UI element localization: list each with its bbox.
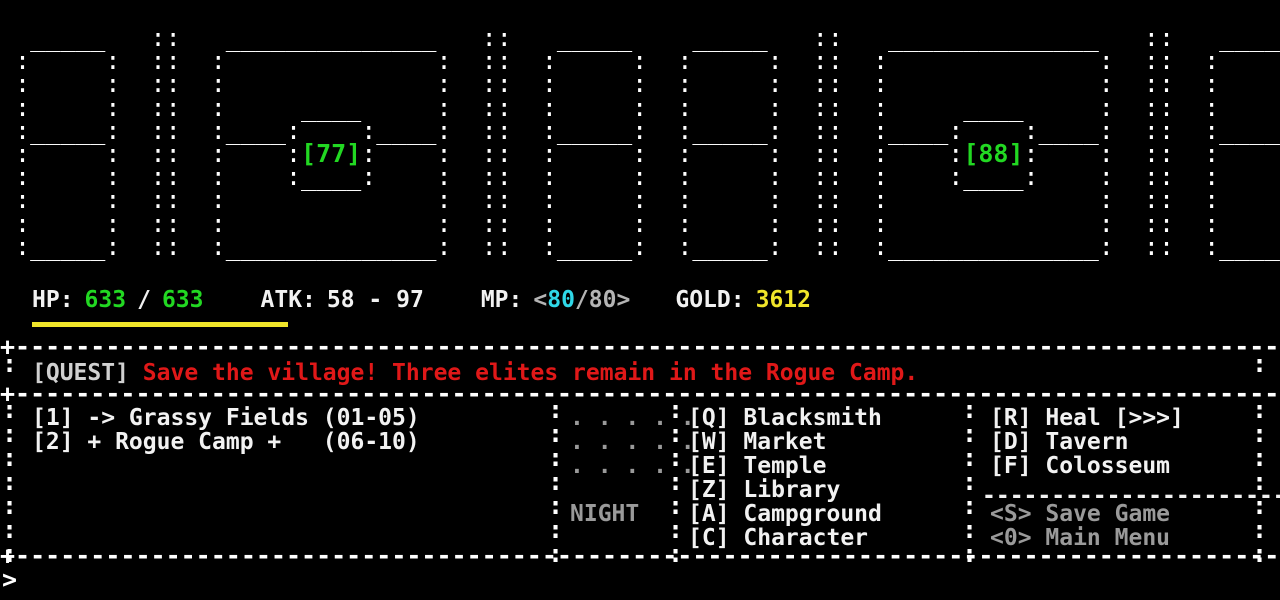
zone-name: [2] + Rogue Camp + (32, 429, 323, 455)
location-entry[interactable]: [A] Campground (688, 502, 882, 526)
location-menu: [Q] Blacksmith [W] Market [E] Temple [Z] Li… (688, 406, 882, 550)
panel-bottom-border: +---------------------------------------… (0, 541, 1280, 570)
mp-open-bracket: < (533, 287, 548, 313)
atk-label: ATK: (260, 287, 316, 313)
gold-label: GOLD: (675, 287, 745, 313)
panel-top-border: +---------------------------------------… (0, 332, 1280, 361)
location-label: [Z] Library (688, 477, 841, 503)
prompt-symbol: > (2, 565, 18, 594)
mp-current: 80 (547, 287, 575, 313)
location-label: [W] Market (688, 429, 827, 455)
hp-label: HP: (32, 287, 74, 313)
map-segment: :_____: :: :______________: :: :_____: (662, 231, 1280, 261)
game-screen: _____ :: ______________ :: _____ _____ :… (0, 0, 1280, 600)
action-menu: [R] Heal [>>>] [D] Tavern [F] Colosseum <S… (990, 406, 1184, 550)
action-entry[interactable]: [D] Tavern (990, 430, 1184, 454)
location-label: [Q] Blacksmith (688, 405, 882, 431)
action-label: [D] Tavern (990, 429, 1129, 455)
zone-entry[interactable]: [2] + Rogue Camp + (06-10) (32, 430, 420, 454)
world-map: _____ :: ______________ :: _____ _____ :… (0, 25, 1280, 259)
atk-value: 58 - 97 (326, 287, 424, 313)
mp-label: MP: (480, 287, 523, 313)
command-prompt[interactable]: > (2, 566, 17, 594)
hp-bar-fill (32, 322, 288, 327)
action-entry[interactable]: [F] Colosseum (990, 454, 1184, 478)
location-entry[interactable]: [Q] Blacksmith (688, 406, 882, 430)
right-column-divider: -------------------------------- (982, 483, 1280, 509)
quest-right-edge: : (1252, 349, 1268, 378)
zone-range: (06-10) (322, 429, 420, 455)
zone-entry[interactable]: [1] -> Grassy Fields (01-05) (32, 406, 420, 430)
hp-separator: / (137, 287, 151, 313)
location-label: [E] Temple (688, 453, 827, 479)
zone-range: (01-05) (322, 405, 420, 431)
location-label: [A] Campground (688, 501, 882, 527)
mp-close-bracket: > (616, 287, 631, 313)
hp-current: 633 (84, 287, 127, 313)
zone-name: [1] -> Grassy Fields (32, 405, 323, 431)
action-entry[interactable]: [R] Heal [>>>] (990, 406, 1184, 430)
map-row: :_____: :: :______________: :: :_____: :… (0, 231, 1280, 261)
time-phase-label: NIGHT (570, 501, 640, 527)
map-segment: :_____: :: :______________: :: :_____: (0, 231, 663, 261)
hp-bar (32, 322, 288, 327)
action-label: [F] Colosseum (990, 453, 1171, 479)
panel-mid-border: +---------------------------------------… (0, 379, 1280, 408)
quest-left-edge: : (2, 349, 18, 378)
location-entry[interactable]: [Z] Library (688, 478, 882, 502)
zone-list: [1] -> Grassy Fields (01-05) [2] + Rogue … (32, 406, 420, 454)
hp-max: 633 (161, 287, 204, 313)
location-entry[interactable]: [E] Temple (688, 454, 882, 478)
mp-max: /80 (574, 287, 617, 313)
location-entry[interactable]: [W] Market (688, 430, 882, 454)
action-label: [R] Heal [>>>] (990, 405, 1184, 431)
stats-line: HP: 633 / 633 ATK: 58 - 97 MP: <80/80> G… (32, 285, 811, 315)
gold-value: 3612 (755, 287, 811, 313)
